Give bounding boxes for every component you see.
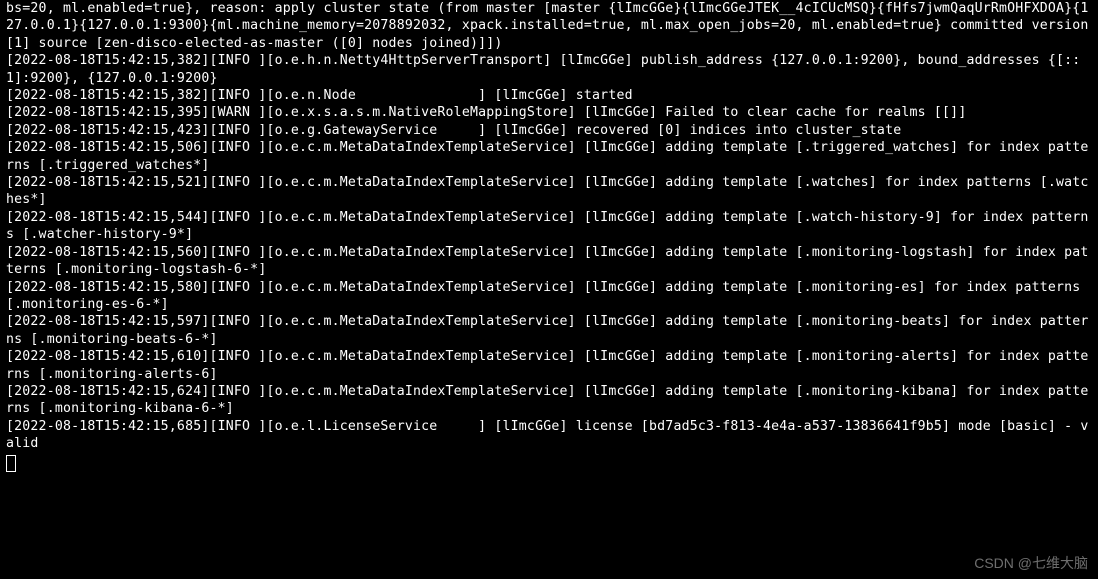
- log-line: [2022-08-18T15:42:15,685][INFO ][o.e.l.L…: [6, 419, 1089, 451]
- terminal-cursor: [6, 455, 16, 472]
- log-line: [2022-08-18T15:42:15,506][INFO ][o.e.c.m…: [6, 140, 1089, 172]
- terminal-output[interactable]: bs=20, ml.enabled=true}, reason: apply c…: [0, 0, 1098, 579]
- log-line: [2022-08-18T15:42:15,395][WARN ][o.e.x.s…: [6, 105, 966, 120]
- log-line: [2022-08-18T15:42:15,382][INFO ][o.e.n.N…: [6, 88, 633, 103]
- log-line: bs=20, ml.enabled=true}, reason: apply c…: [6, 1, 1097, 51]
- log-line: [2022-08-18T15:42:15,560][INFO ][o.e.c.m…: [6, 245, 1089, 277]
- log-line: [2022-08-18T15:42:15,624][INFO ][o.e.c.m…: [6, 384, 1089, 416]
- log-line: [2022-08-18T15:42:15,597][INFO ][o.e.c.m…: [6, 314, 1089, 346]
- log-line: [2022-08-18T15:42:15,544][INFO ][o.e.c.m…: [6, 210, 1089, 242]
- log-line: [2022-08-18T15:42:15,610][INFO ][o.e.c.m…: [6, 349, 1089, 381]
- log-line: [2022-08-18T15:42:15,580][INFO ][o.e.c.m…: [6, 280, 1089, 312]
- log-line: [2022-08-18T15:42:15,521][INFO ][o.e.c.m…: [6, 175, 1089, 207]
- log-line: [2022-08-18T15:42:15,382][INFO ][o.e.h.n…: [6, 53, 1080, 85]
- log-line: [2022-08-18T15:42:15,423][INFO ][o.e.g.G…: [6, 123, 901, 138]
